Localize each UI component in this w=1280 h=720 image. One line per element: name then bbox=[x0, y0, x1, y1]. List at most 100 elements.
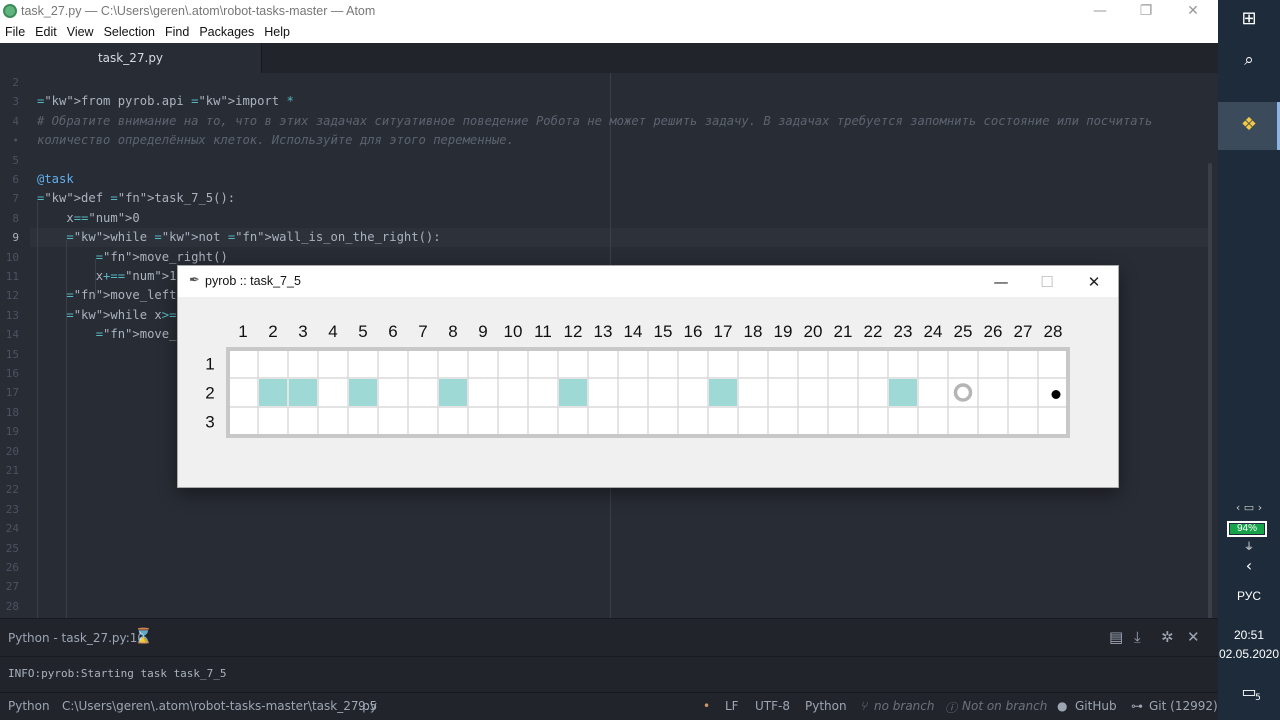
line-number[interactable]: 2 bbox=[12, 76, 19, 89]
windows-start-icon[interactable]: ⊞ bbox=[1218, 8, 1280, 29]
menu-view[interactable]: View bbox=[62, 22, 99, 39]
code-line[interactable]: ="kw">from pyrob.api ="kw">import * bbox=[37, 92, 294, 111]
clock-date[interactable]: 02.05.2020 bbox=[1218, 647, 1280, 661]
code-line[interactable]: ="fn">move_right() bbox=[37, 248, 228, 267]
line-number[interactable]: 6 bbox=[12, 173, 19, 186]
code-line[interactable]: количество определённых клеток. Использу… bbox=[37, 131, 514, 150]
code-line[interactable]: x+=="num">1 bbox=[37, 267, 177, 286]
filled-cell bbox=[889, 379, 917, 406]
line-number[interactable]: 27 bbox=[6, 580, 19, 593]
column-label: 27 bbox=[1014, 322, 1033, 341]
code-line[interactable]: # Обратите внимание на то, что в этих за… bbox=[37, 112, 1152, 131]
line-number[interactable]: 15 bbox=[6, 348, 19, 361]
close-panel-icon[interactable]: ✕ bbox=[1187, 628, 1200, 646]
line-number[interactable]: 5 bbox=[12, 154, 19, 167]
pyrob-close-button[interactable]: ✕ bbox=[1071, 270, 1117, 294]
line-number[interactable]: 23 bbox=[6, 503, 19, 516]
line-number[interactable]: • bbox=[12, 134, 19, 147]
status-cursor[interactable]: 9:5 bbox=[358, 699, 377, 713]
tray-scroll-arrows[interactable]: ‹ ▭ › bbox=[1218, 501, 1280, 514]
status-git[interactable]: Git (12992) bbox=[1149, 699, 1218, 713]
line-number[interactable]: 24 bbox=[6, 522, 19, 535]
menu-edit[interactable]: Edit bbox=[30, 22, 62, 39]
column-label: 11 bbox=[534, 322, 552, 341]
line-number[interactable]: 10 bbox=[6, 251, 19, 264]
line-number[interactable]: 21 bbox=[6, 464, 19, 477]
panel-status: Python - task_27.py:10 bbox=[8, 631, 146, 645]
line-number[interactable]: 28 bbox=[6, 600, 19, 613]
editor-scrollbar[interactable] bbox=[1208, 163, 1212, 618]
restore-button[interactable]: ❐ bbox=[1123, 0, 1169, 22]
column-label: 21 bbox=[834, 322, 853, 341]
status-path[interactable]: C:\Users\geren\.atom\robot-tasks-master\… bbox=[62, 699, 377, 713]
menu-packages[interactable]: Packages bbox=[194, 22, 259, 39]
filled-cell bbox=[289, 379, 317, 406]
status-branch[interactable]: no branch bbox=[874, 699, 934, 713]
status-not-on-branch[interactable]: Not on branch bbox=[962, 699, 1047, 713]
atom-logo-icon bbox=[3, 4, 17, 18]
line-number[interactable]: 7 bbox=[12, 192, 19, 205]
line-number[interactable]: 19 bbox=[6, 425, 19, 438]
line-number[interactable]: 4 bbox=[12, 115, 19, 128]
menu-find[interactable]: Find bbox=[160, 22, 194, 39]
column-label: 19 bbox=[774, 322, 793, 341]
line-number[interactable]: 8 bbox=[12, 212, 19, 225]
line-number[interactable]: 12 bbox=[6, 289, 19, 302]
column-label: 10 bbox=[504, 322, 523, 341]
line-number-gutter[interactable]: 2 3 4 • 5 6 7 8 9 10 11 12 13 14 15 16 17 18 19 20 21 22 23 24 2… bbox=[0, 73, 30, 618]
code-line[interactable]: x=="num">0 bbox=[37, 209, 139, 228]
download-icon[interactable]: ⤓ bbox=[1134, 628, 1141, 646]
line-number[interactable]: 17 bbox=[6, 386, 19, 399]
code-line[interactable]: @task bbox=[37, 170, 74, 189]
status-encoding[interactable]: UTF-8 bbox=[755, 699, 790, 713]
modified-dot: • bbox=[703, 699, 711, 713]
line-number[interactable]: 26 bbox=[6, 561, 19, 574]
output-console: INFO:pyrob:Starting task task_7_5 bbox=[0, 656, 1218, 692]
search-icon[interactable]: ⌕ bbox=[1218, 50, 1280, 70]
pyrob-window: ✒ pyrob :: task_7_5 — ☐ ✕ 1 2 3 4 5 6 7 8 9 10 11 1… bbox=[178, 266, 1118, 487]
code-line[interactable]: ="kw">def ="fn">task_7_5(): bbox=[37, 189, 235, 208]
python-app-button[interactable]: ❖ bbox=[1218, 102, 1280, 150]
minimize-button[interactable]: — bbox=[1077, 0, 1123, 22]
line-number[interactable]: 3 bbox=[12, 95, 19, 108]
chevron-left-icon[interactable]: ‹ bbox=[1218, 556, 1280, 575]
code-line[interactable]: ="fn">move_left(x) bbox=[37, 286, 198, 305]
script-panel-header: Python - task_27.py:10 ⌛ ▤ ⤓ ✲ ✕ bbox=[0, 618, 1218, 656]
line-number[interactable]: 18 bbox=[6, 406, 19, 419]
pyrob-title: pyrob :: task_7_5 bbox=[205, 274, 301, 288]
clock-time[interactable]: 20:51 bbox=[1218, 628, 1280, 642]
code-line[interactable]: ="kw">while ="kw">not ="fn">wall_is_on_t… bbox=[37, 228, 440, 247]
line-number[interactable]: 11 bbox=[6, 270, 19, 283]
line-number[interactable]: 25 bbox=[6, 542, 19, 555]
language-indicator[interactable]: РУС bbox=[1218, 589, 1280, 603]
menu-selection[interactable]: Selection bbox=[99, 22, 160, 39]
document-icon[interactable]: ▤ bbox=[1109, 628, 1123, 646]
robot-marker bbox=[1051, 390, 1061, 399]
line-number[interactable]: 13 bbox=[6, 309, 19, 322]
column-label: 22 bbox=[864, 322, 883, 341]
line-number[interactable]: 20 bbox=[6, 445, 19, 458]
status-grammar[interactable]: Python bbox=[8, 699, 50, 713]
tab-task-27[interactable]: task_27.py bbox=[0, 43, 262, 73]
line-number[interactable]: 22 bbox=[6, 483, 19, 496]
battery-indicator[interactable]: 94% bbox=[1227, 521, 1267, 537]
column-label: 7 bbox=[418, 322, 427, 341]
column-label: 24 bbox=[924, 322, 943, 341]
filled-cell bbox=[709, 379, 737, 406]
bug-icon[interactable]: ✲ bbox=[1161, 628, 1174, 646]
column-label: 16 bbox=[684, 322, 703, 341]
status-language[interactable]: Python bbox=[805, 699, 847, 713]
info-icon: ⓘ bbox=[945, 701, 958, 715]
menu-file[interactable]: File bbox=[0, 22, 30, 39]
status-line-ending[interactable]: LF bbox=[725, 699, 739, 713]
pyrob-minimize-button[interactable]: — bbox=[978, 270, 1024, 294]
line-number[interactable]: 14 bbox=[6, 328, 19, 341]
line-number[interactable]: 16 bbox=[6, 367, 19, 380]
menu-help[interactable]: Help bbox=[259, 22, 295, 39]
close-button[interactable]: ✕ bbox=[1170, 0, 1216, 22]
feather-icon: ✒ bbox=[189, 273, 200, 288]
status-github[interactable]: GitHub bbox=[1075, 699, 1117, 713]
pyrob-title-bar: ✒ pyrob :: task_7_5 — ☐ ✕ bbox=[178, 266, 1118, 297]
pyrob-maximize-button[interactable]: ☐ bbox=[1024, 270, 1070, 294]
line-number[interactable]: 9 bbox=[12, 231, 19, 244]
